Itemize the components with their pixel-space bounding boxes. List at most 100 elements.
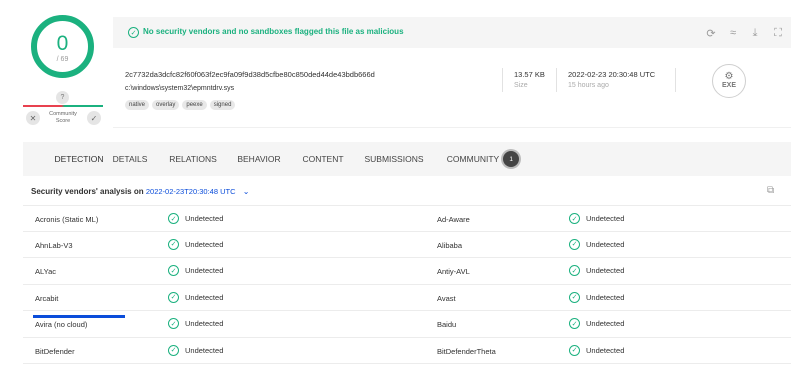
divider xyxy=(556,68,557,92)
similar-files-icon[interactable]: ≈ xyxy=(726,26,740,40)
check-circle-icon: ✓ xyxy=(569,265,580,276)
vendor-analysis-title: Security vendors' analysis on xyxy=(31,187,144,196)
vendor-name: Ad-Aware xyxy=(437,215,470,224)
tab-community[interactable]: COMMUNITY 1 xyxy=(441,142,525,176)
result-label: Undetected xyxy=(586,345,625,355)
table-row: BitDefender ✓ Undetected BitDefenderTheta… xyxy=(23,338,791,364)
vendor-name: Avast xyxy=(437,293,456,303)
vendor-result: ✓ Undetected xyxy=(569,213,624,224)
tag[interactable]: native xyxy=(125,100,150,110)
file-size-label: Size xyxy=(514,82,528,89)
file-path: c:\windows\system32\epmntdrv.sys xyxy=(125,85,235,92)
vendor-result: ✓ Undetected xyxy=(569,238,625,250)
vendor-result: ✓ Undetected xyxy=(168,291,224,303)
reanalyze-icon[interactable]: ⟳ xyxy=(704,26,718,40)
tab-relations[interactable]: RELATIONS xyxy=(165,142,221,176)
check-circle-icon: ✓ xyxy=(168,344,179,356)
check-circle-icon: ✓ xyxy=(569,238,580,250)
vendor-result: ✓ Undetected xyxy=(168,344,224,356)
check-icon: ✓ xyxy=(90,113,98,123)
check-circle-icon: ✓ xyxy=(168,291,179,303)
verdict-banner: ✓ No security vendors and no sandboxes f… xyxy=(113,17,791,48)
detection-score-ring: 0 / 69 xyxy=(31,15,94,78)
vendor-analysis-header: Security vendors' analysis on 2022-02-23… xyxy=(31,187,249,196)
result-label: Undetected xyxy=(586,266,625,275)
vote-harmless-button[interactable]: ✓ xyxy=(87,111,101,125)
community-score-bar xyxy=(23,105,103,107)
gears-icon: ⚙ xyxy=(724,71,734,82)
vendor-name: AhnLab-V3 xyxy=(35,240,73,250)
result-label: Undetected xyxy=(586,214,625,223)
vendor-name: BitDefender xyxy=(35,346,75,356)
table-row: Acronis (Static ML) ✓ Undetected Ad-Aware… xyxy=(23,205,791,232)
check-circle-icon: ✓ xyxy=(569,344,580,356)
tab-behavior[interactable]: BEHAVIOR xyxy=(233,142,285,176)
analysis-date: 2022-02-23 20:30:48 UTC xyxy=(568,70,656,79)
tab-content[interactable]: CONTENT xyxy=(299,142,347,176)
vote-malicious-button[interactable]: ✕ xyxy=(26,111,40,125)
analysis-date-relative: 15 hours ago xyxy=(568,82,609,89)
result-label: Undetected xyxy=(185,292,224,302)
download-icon[interactable]: ⤓ xyxy=(748,26,762,40)
vendor-result: ✓ Undetected xyxy=(168,265,223,276)
graph-icon[interactable]: ⛶ xyxy=(771,26,785,40)
file-type-label: EXE xyxy=(721,82,736,89)
result-label: Undetected xyxy=(586,319,625,328)
vendor-name: Baidu xyxy=(437,320,457,329)
tab-details[interactable]: DETAILS xyxy=(108,142,152,176)
vendor-result: ✓ Undetected xyxy=(569,318,624,329)
copy-icon[interactable]: ⧉ xyxy=(767,185,779,197)
engine-total: / 69 xyxy=(56,56,69,63)
file-hash[interactable]: 2c7732da3dcfc82f60f063f2ec9fa09f9d38d5cf… xyxy=(125,70,375,79)
tag[interactable]: peexe xyxy=(182,100,207,110)
analysis-date-selector[interactable]: 2022-02-23T20:30:48 UTC xyxy=(146,187,236,196)
check-circle-icon: ✓ xyxy=(168,238,179,250)
divider xyxy=(502,68,503,92)
tag[interactable]: overlay xyxy=(152,100,180,110)
vendor-name: Avira (no cloud) xyxy=(35,320,88,329)
table-row: AhnLab-V3 ✓ Undetected Alibaba ✓ Undetecte… xyxy=(23,232,791,258)
file-info-panel: 2c7732da3dcfc82f60f063f2ec9fa09f9d38d5cf… xyxy=(113,48,791,128)
vendor-name: BitDefenderTheta xyxy=(437,346,496,356)
result-label: Undetected xyxy=(185,319,224,328)
community-count-badge: 1 xyxy=(503,151,520,167)
tab-submissions[interactable]: SUBMISSIONS xyxy=(361,142,427,176)
vendor-results-table: Acronis (Static ML) ✓ Undetected Ad-Aware… xyxy=(23,205,791,364)
vendor-name: Alibaba xyxy=(437,240,463,250)
vendor-result: ✓ Undetected xyxy=(569,265,624,276)
result-label: Undetected xyxy=(586,239,625,249)
result-label: Undetected xyxy=(185,345,224,355)
vendor-result: ✓ Undetected xyxy=(569,291,625,303)
tag[interactable]: signed xyxy=(209,100,236,110)
vendor-result: ✓ Undetected xyxy=(168,238,224,250)
check-circle-icon: ✓ xyxy=(128,27,139,38)
vendor-result: ✓ Undetected xyxy=(569,344,625,356)
tab-community-label: COMMUNITY xyxy=(446,154,500,164)
file-tags: native overlay peexe signed xyxy=(125,100,236,110)
result-label: Undetected xyxy=(185,239,224,249)
table-row: Arcabit ✓ Undetected Avast ✓ Undetected xyxy=(23,285,791,311)
x-icon: ✕ xyxy=(29,113,37,123)
check-circle-icon: ✓ xyxy=(168,213,179,224)
check-circle-icon: ✓ xyxy=(168,265,179,276)
result-label: Undetected xyxy=(586,292,625,302)
community-score-value: ? xyxy=(56,91,69,104)
file-size: 13.57 KB xyxy=(514,70,545,79)
result-label: Undetected xyxy=(185,266,224,275)
report-tabs: DETECTION DETAILS RELATIONS BEHAVIOR CON… xyxy=(23,142,791,318)
vendor-name: ALYac xyxy=(35,267,56,276)
chevron-down-icon[interactable]: ⌄ xyxy=(243,187,250,196)
detection-count: 0 xyxy=(56,32,69,55)
verdict-text: No security vendors and no sandboxes fla… xyxy=(143,27,404,36)
community-score-label: Community Score xyxy=(49,111,77,124)
vendor-name: Antiy-AVL xyxy=(437,267,470,276)
divider xyxy=(675,68,676,92)
file-type-icon: ⚙ EXE xyxy=(712,64,746,98)
check-circle-icon: ✓ xyxy=(569,318,580,329)
check-circle-icon: ✓ xyxy=(168,318,179,329)
result-label: Undetected xyxy=(185,214,224,223)
table-row: Avira (no cloud) ✓ Undetected Baidu ✓ Unde… xyxy=(23,311,791,338)
check-circle-icon: ✓ xyxy=(569,213,580,224)
vendor-result: ✓ Undetected xyxy=(168,213,223,224)
vendor-result: ✓ Undetected xyxy=(168,318,223,329)
